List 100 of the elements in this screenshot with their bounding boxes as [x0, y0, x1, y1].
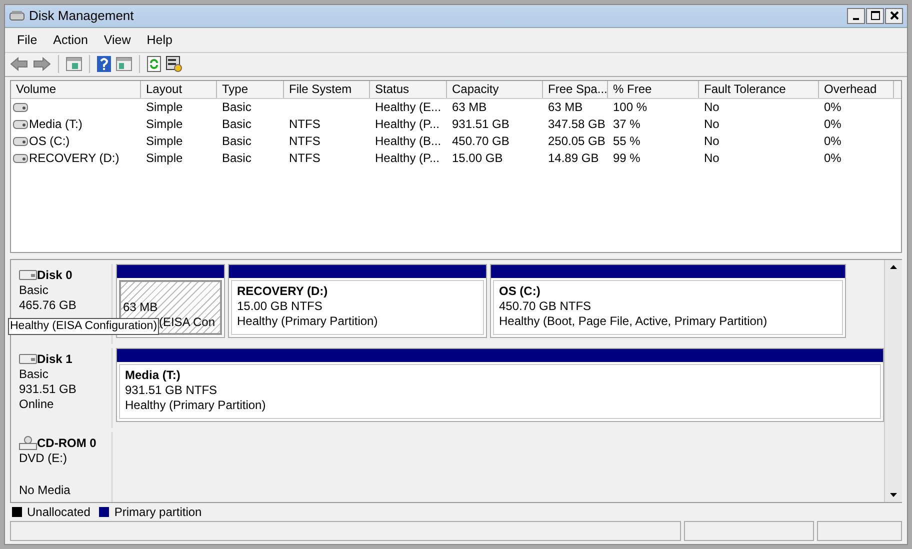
table-cell: Simple — [146, 116, 183, 134]
table-cell: 37 % — [613, 116, 640, 134]
window-title: Disk Management — [29, 8, 134, 24]
table-cell: Healthy (E... — [375, 99, 442, 116]
panel-icon[interactable] — [66, 57, 82, 72]
partition-block[interactable]: Media (T:) 931.51 GB NTFS Healthy (Primary Partition) — [116, 348, 884, 422]
disk-info: Basic — [19, 366, 50, 382]
drive-icon — [13, 120, 28, 130]
partition-size: 15.00 GB NTFS — [237, 298, 324, 314]
table-cell: Simple — [146, 150, 183, 168]
table-cell: RECOVERY (D:) — [29, 150, 120, 168]
table-cell: Simple — [146, 133, 183, 150]
table-cell: Healthy (P... — [375, 116, 440, 134]
disk-name: Disk 0 — [37, 268, 72, 283]
table-cell: Healthy (B... — [375, 133, 442, 150]
table-cell: Media (T:) — [29, 116, 82, 134]
partition-size: 931.51 GB NTFS — [125, 382, 218, 398]
table-cell: 0% — [824, 116, 842, 134]
drive-icon — [13, 154, 28, 164]
menu-item[interactable]: File — [9, 32, 46, 47]
table-cell: 931.51 GB — [452, 116, 510, 134]
table-cell: NTFS — [289, 133, 320, 150]
panel-icon[interactable] — [116, 57, 132, 72]
table-cell: NTFS — [289, 116, 320, 134]
menu-item[interactable]: Help — [138, 32, 180, 47]
scrollbar[interactable] — [884, 260, 902, 502]
disk-info: 931.51 GB — [19, 382, 78, 397]
table-cell: Basic — [222, 99, 252, 116]
table-cell: Healthy (P... — [375, 150, 440, 168]
minimize-button[interactable] — [847, 8, 865, 24]
table-cell: 0% — [824, 99, 842, 116]
legend-label: Unallocated — [27, 505, 90, 520]
maximize-icon — [870, 11, 880, 20]
table-cell: Basic — [222, 116, 252, 134]
table-cell: 15.00 GB — [452, 150, 503, 168]
table-cell: 250.05 GB — [548, 133, 606, 150]
disk-info: No Media — [19, 482, 72, 498]
properties-icon[interactable] — [166, 56, 182, 72]
partition-block[interactable]: RECOVERY (D:) 15.00 GB NTFS Healthy (Primary Partition) — [228, 264, 487, 338]
table-cell: Simple — [146, 99, 183, 116]
table-cell: 347.58 GB — [548, 116, 606, 134]
column-header[interactable]: % Free — [608, 81, 699, 98]
partition-block[interactable]: OS (C:) 450.70 GB NTFS Healthy (Boot, Page File, Active, Primary Partition) — [490, 264, 846, 338]
partition-size: 450.70 GB NTFS — [499, 298, 592, 314]
menu-item[interactable]: Action — [45, 32, 96, 47]
minimize-icon — [853, 18, 859, 20]
table-cell: No — [704, 116, 720, 134]
column-header[interactable]: Volume — [11, 81, 141, 98]
partition-size: 63 MB — [123, 300, 159, 315]
table-cell: Basic — [222, 150, 252, 168]
partition-name: RECOVERY (D:) — [237, 284, 329, 299]
column-header[interactable]: Layout — [141, 81, 217, 98]
column-header[interactable]: Fault Tolerance — [699, 81, 819, 98]
back-icon[interactable] — [10, 57, 28, 72]
partition-status: Healthy (Primary Partition) — [125, 398, 267, 413]
disk-name: CD-ROM 0 — [37, 436, 96, 451]
disk-info: Online — [19, 396, 55, 412]
maximize-button[interactable] — [866, 8, 884, 24]
table-cell: 63 MB — [452, 99, 487, 116]
table-cell: OS (C:) — [29, 133, 70, 150]
table-cell: 0% — [824, 133, 842, 150]
partition-status: (EISA Con — [158, 314, 215, 330]
partition-name: Media (T:) — [125, 368, 182, 383]
close-icon — [890, 11, 898, 20]
column-header[interactable]: Capacity — [447, 81, 543, 98]
table-cell: 99 % — [613, 150, 640, 168]
help-icon[interactable] — [97, 56, 111, 72]
disk-drive-icon — [9, 10, 25, 22]
cd-drive-icon — [19, 436, 37, 450]
column-header[interactable]: File System — [284, 81, 370, 98]
table-cell: 0% — [824, 150, 842, 168]
table-cell: Basic — [222, 133, 252, 150]
table-cell: NTFS — [289, 150, 320, 168]
table-cell: 14.89 GB — [548, 150, 599, 168]
disk-info: 465.76 GB — [19, 298, 78, 313]
legend-label: Primary partition — [114, 505, 202, 520]
table-cell: 55 % — [613, 133, 640, 150]
table-cell: 63 MB — [548, 99, 583, 116]
column-header[interactable]: Type — [217, 81, 284, 98]
table-cell: No — [704, 150, 720, 168]
disk-info: DVD (E:) — [19, 450, 68, 466]
column-header[interactable]: Status — [370, 81, 447, 98]
table-cell: No — [704, 133, 720, 150]
close-button[interactable] — [885, 8, 903, 24]
refresh-icon[interactable] — [147, 56, 161, 72]
drive-icon — [13, 137, 28, 146]
partition-status: Healthy (Primary Partition) — [237, 314, 379, 329]
partition-name: OS (C:) — [499, 284, 542, 299]
disk-name: Disk 1 — [37, 352, 72, 367]
drive-icon — [13, 103, 28, 112]
table-cell: 100 % — [613, 99, 648, 116]
table-cell: 450.70 GB — [452, 133, 510, 150]
partition-status: Healthy (Boot, Page File, Active, Primary Partition) — [499, 314, 768, 329]
tooltip: Healthy (EISA Configuration) — [8, 318, 160, 335]
column-header[interactable]: Free Spa... — [543, 81, 608, 98]
forward-icon[interactable] — [33, 57, 51, 72]
table-cell: No — [704, 99, 720, 116]
disk-info: Basic — [19, 282, 50, 298]
column-header[interactable]: Overhead — [819, 81, 894, 98]
menu-item[interactable]: View — [96, 32, 139, 47]
